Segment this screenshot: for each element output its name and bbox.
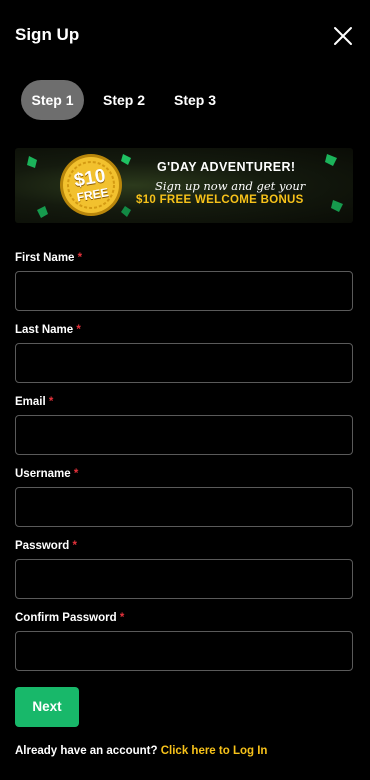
tab-step-3[interactable]: Step 3 — [164, 80, 226, 120]
banner-bonus: $10 FREE WELCOME BONUS — [136, 194, 304, 206]
password-label-text: Password — [15, 540, 70, 552]
next-button[interactable]: Next — [15, 687, 79, 727]
password-field[interactable] — [15, 559, 353, 599]
step-tabs: Step 1 Step 2 Step 3 — [21, 80, 226, 120]
tab-step-1[interactable]: Step 1 — [21, 80, 84, 120]
last-name-label: Last Name * — [15, 323, 81, 337]
required-mark: * — [48, 396, 54, 408]
login-question: Already have an account? — [15, 745, 158, 757]
username-label: Username * — [15, 467, 78, 481]
username-field[interactable] — [15, 487, 353, 527]
required-mark: * — [119, 612, 125, 624]
banner-tagline: Sign up now and get your — [155, 179, 306, 193]
username-label-text: Username — [15, 468, 71, 480]
last-name-label-text: Last Name — [15, 324, 74, 336]
required-mark: * — [76, 324, 81, 336]
close-icon[interactable] — [332, 25, 354, 47]
email-field[interactable] — [15, 415, 353, 455]
required-mark: * — [77, 252, 83, 264]
last-name-field[interactable] — [15, 343, 353, 383]
page-title: Sign Up — [15, 25, 80, 44]
first-name-field[interactable] — [15, 271, 353, 311]
login-link[interactable]: Click here to Log In — [161, 745, 268, 757]
welcome-bonus-banner: $10 FREE G'DAY ADVENTURER! Sign up now a… — [15, 148, 353, 223]
email-label: Email * — [15, 395, 53, 409]
required-mark: * — [72, 540, 78, 552]
first-name-label-text: First Name — [15, 252, 75, 264]
email-label-text: Email — [15, 396, 46, 408]
required-mark: * — [73, 468, 79, 480]
confirm-password-label: Confirm Password * — [15, 611, 124, 625]
login-prompt: Already have an account? Click here to L… — [15, 744, 267, 758]
confirm-password-field[interactable] — [15, 631, 353, 671]
tab-step-2[interactable]: Step 2 — [84, 80, 164, 120]
password-label: Password * — [15, 539, 77, 553]
confirm-password-label-text: Confirm Password — [15, 612, 117, 624]
banner-headline: G'DAY ADVENTURER! — [157, 160, 296, 174]
first-name-label: First Name * — [15, 251, 82, 265]
